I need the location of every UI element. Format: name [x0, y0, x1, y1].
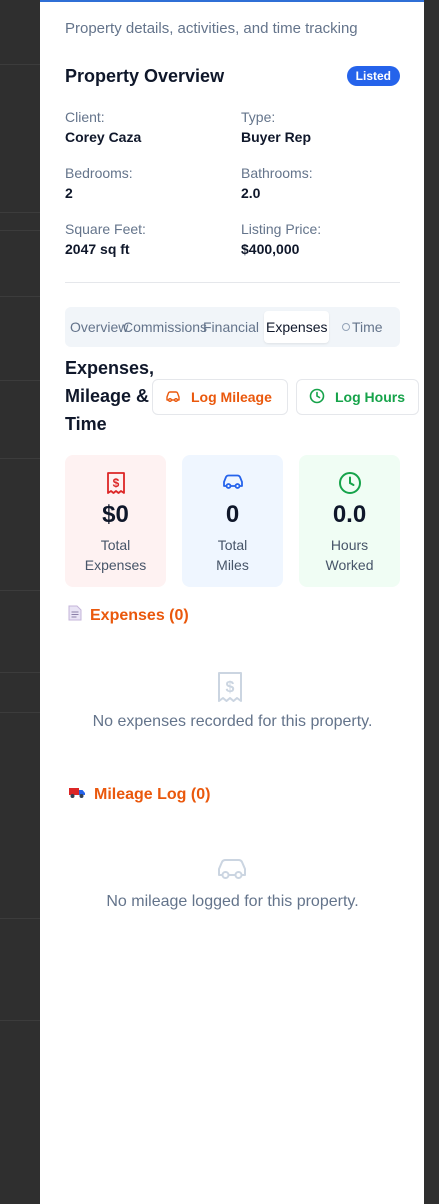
tab-time[interactable]: Time	[342, 311, 383, 343]
clock-icon	[342, 323, 350, 331]
square-feet-detail: Square Feet: 2047 sq ft	[65, 221, 225, 257]
heading-line-3: Time	[65, 414, 107, 434]
property-overview-title: Property Overview	[65, 66, 225, 86]
receipt-dollar-icon: $	[65, 471, 166, 495]
caption-line-2: Miles	[216, 557, 249, 573]
client-label: Client:	[65, 109, 105, 125]
tab-time-label: Time	[352, 319, 383, 335]
client-detail: Client: Corey Caza	[65, 109, 225, 145]
total-miles-value: 0	[225, 501, 240, 528]
truck-icon	[68, 785, 86, 804]
bathrooms-value: 2.0	[241, 185, 261, 201]
svg-text:$: $	[226, 679, 235, 696]
square-feet-label: Square Feet:	[65, 221, 146, 237]
car-empty-icon	[216, 855, 248, 886]
square-feet-value: 2047 sq ft	[65, 241, 130, 257]
log-hours-label: Log Hours	[335, 389, 405, 405]
listing-price-value: $400,000	[241, 241, 300, 257]
section-divider	[65, 282, 400, 283]
heading-line-1: Expenses,	[65, 358, 155, 378]
bathrooms-detail: Bathrooms: 2.0	[241, 165, 401, 201]
bedrooms-value: 2	[65, 185, 73, 201]
document-icon	[68, 605, 82, 626]
log-mileage-label: Log Mileage	[191, 389, 272, 405]
expenses-list-heading: Expenses (0)	[68, 605, 189, 626]
panel-title-cut-off	[65, 2, 70, 10]
type-label: Type:	[241, 109, 276, 125]
total-expenses-value: $0	[102, 501, 129, 528]
background-app-edge	[424, 0, 439, 1204]
total-miles-card: 0 Total Miles	[182, 455, 283, 587]
listing-price-label: Listing Price:	[241, 221, 322, 237]
total-miles-caption: Total Miles	[182, 535, 283, 575]
tab-financial[interactable]: Financial	[203, 311, 259, 343]
caption-line-1: Total	[100, 537, 131, 553]
property-details-panel: Property details, activities, and time t…	[40, 0, 424, 1204]
caption-line-2: Expenses	[84, 557, 147, 573]
total-expenses-caption: Total Expenses	[65, 535, 166, 575]
hours-worked-value: 0.0	[332, 501, 367, 528]
caption-line-1: Total	[217, 537, 248, 553]
log-hours-button[interactable]: Log Hours	[296, 379, 419, 415]
client-value: Corey Caza	[65, 129, 142, 145]
tab-commissions[interactable]: Commissions	[123, 311, 207, 343]
car-icon	[165, 389, 181, 406]
expenses-section-heading: Expenses, Mileage & Time	[65, 354, 160, 438]
mileage-empty-message: No mileage logged for this property.	[106, 893, 359, 910]
svg-text:$: $	[112, 476, 119, 490]
mileage-list-title: Mileage Log (0)	[94, 785, 211, 803]
panel-subtitle: Property details, activities, and time t…	[65, 20, 358, 37]
clock-icon	[299, 471, 400, 495]
bedrooms-detail: Bedrooms: 2	[65, 165, 225, 201]
bedrooms-label: Bedrooms:	[65, 165, 133, 181]
type-value: Buyer Rep	[241, 129, 312, 145]
type-detail: Type: Buyer Rep	[241, 109, 401, 145]
clock-icon	[309, 388, 325, 407]
receipt-empty-icon: $	[217, 671, 243, 708]
hours-worked-card: 0.0 Hours Worked	[299, 455, 400, 587]
caption-line-2: Worked	[325, 557, 374, 573]
expenses-list-title: Expenses (0)	[90, 606, 189, 624]
total-expenses-card: $ $0 Total Expenses	[65, 455, 166, 587]
log-mileage-button[interactable]: Log Mileage	[152, 379, 288, 415]
expenses-empty-message: No expenses recorded for this property.	[92, 713, 373, 730]
caption-line-1: Hours	[330, 537, 369, 553]
tab-expenses[interactable]: Expenses	[264, 311, 330, 343]
heading-line-2: Mileage &	[65, 386, 150, 406]
listing-price-detail: Listing Price: $400,000	[241, 221, 401, 257]
mileage-list-heading: Mileage Log (0)	[68, 785, 210, 804]
car-icon	[182, 471, 283, 495]
status-badge: Listed	[346, 66, 400, 86]
tab-overview[interactable]: Overview	[70, 311, 128, 343]
tab-bar: Overview Commissions Financial Expenses …	[65, 307, 400, 347]
bathrooms-label: Bathrooms:	[241, 165, 313, 181]
background-app	[0, 0, 40, 1204]
hours-worked-caption: Hours Worked	[299, 535, 400, 575]
